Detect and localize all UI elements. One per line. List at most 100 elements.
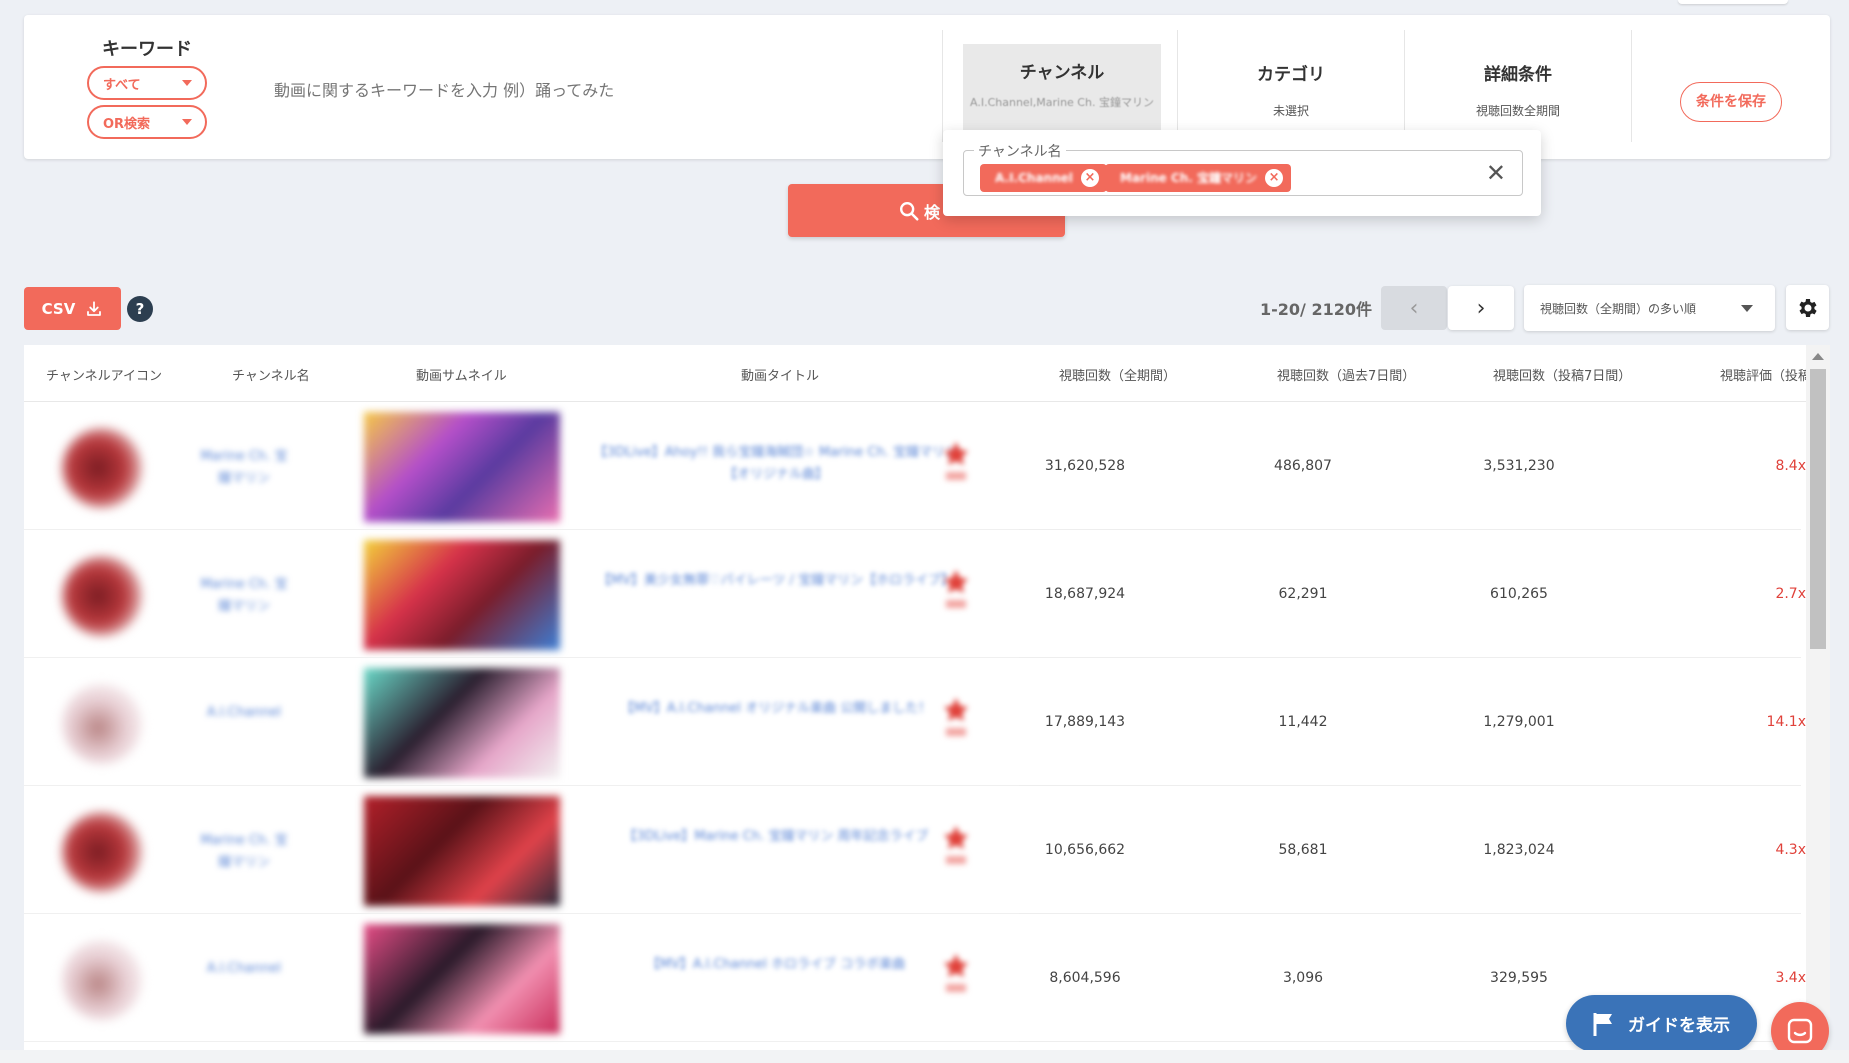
column-header[interactable]: 動画サムネイル	[416, 365, 507, 384]
column-header[interactable]: 視聴評価（投稿	[1720, 365, 1811, 384]
table-row[interactable]: Marine Ch. 宝鐘マリン 【MV】美少女無罪♡パイレーツ / 宝鐘マリン【…	[24, 530, 1806, 658]
search-icon	[900, 201, 919, 221]
views-7d-value: 3,096	[1282, 970, 1324, 986]
channel-name-popup: チャンネル名 A.I.Channel × Marine Ch. 宝鐘マリン × …	[943, 130, 1541, 216]
column-header[interactable]: チャンネルアイコン	[46, 365, 162, 384]
chat-icon	[1787, 1018, 1813, 1044]
chevron-down-icon	[182, 80, 192, 86]
rank-badge-icon	[942, 694, 970, 744]
result-count: 1-20/ 2120件	[1260, 300, 1372, 319]
category-condition-title: カテゴリ	[1257, 65, 1325, 85]
views-post7d-value: 1,279,001	[1483, 714, 1555, 730]
settings-button[interactable]	[1786, 285, 1829, 330]
rank-badge-icon	[942, 438, 970, 488]
views-7d-value: 62,291	[1278, 586, 1328, 602]
channel-name-legend: チャンネル名	[974, 141, 1066, 161]
csv-download-button[interactable]: CSV	[24, 287, 121, 330]
video-thumbnail[interactable]	[364, 412, 560, 522]
sort-select[interactable]: 視聴回数（全期間）の多い順	[1524, 285, 1775, 331]
previous-page-button[interactable]: ‹	[1381, 286, 1447, 330]
table-row[interactable]: A.I.Channel 【MV】A.I.Channel ホロライブ コラボ楽曲 8,…	[24, 914, 1806, 1042]
channel-avatar[interactable]	[62, 556, 142, 636]
scroll-up-icon[interactable]	[1812, 353, 1824, 360]
video-table: チャンネルアイコン チャンネル名 動画サムネイル 動画タイトル 視聴回数（全期間…	[24, 345, 1830, 1050]
video-title-link[interactable]: 【MV】A.I.Channel ホロライブ コラボ楽曲	[586, 954, 966, 976]
views-all-value: 18,687,924	[1044, 586, 1126, 602]
download-icon	[87, 300, 102, 316]
scope-select[interactable]: すべて	[87, 66, 207, 100]
category-condition[interactable]: カテゴリ 未選択	[1177, 30, 1404, 142]
channel-condition[interactable]: チャンネル A.I.Channel,Marine Ch. 宝鐘マリン	[942, 30, 1164, 142]
channel-name-field[interactable]: チャンネル名 A.I.Channel × Marine Ch. 宝鐘マリン × …	[963, 141, 1523, 196]
clear-icon[interactable]: ✕	[1486, 161, 1506, 185]
scrollbar-thumb[interactable]	[1810, 369, 1826, 649]
channel-chip[interactable]: A.I.Channel ×	[980, 164, 1107, 192]
video-thumbnail[interactable]	[364, 668, 560, 778]
search-mode-select[interactable]: OR検索	[87, 105, 207, 139]
channel-name-link[interactable]: Marine Ch. 宝鐘マリン	[194, 830, 294, 874]
next-page-button[interactable]: ›	[1448, 286, 1514, 330]
views-all-value: 10,656,662	[1044, 842, 1126, 858]
video-thumbnail[interactable]	[364, 924, 560, 1034]
remove-chip-icon[interactable]: ×	[1080, 169, 1099, 187]
views-post7d-value: 3,531,230	[1483, 458, 1555, 474]
channel-chip[interactable]: Marine Ch. 宝鐘マリン ×	[1105, 164, 1292, 192]
scope-select-label: すべて	[103, 77, 141, 93]
rating-value: 4.3x	[1775, 842, 1806, 858]
chevron-down-icon	[182, 119, 192, 125]
channel-chip-label: Marine Ch. 宝鐘マリン	[1120, 171, 1258, 185]
views-all-value: 31,620,528	[1044, 458, 1126, 474]
column-header[interactable]: 視聴回数（全期間）	[1059, 365, 1176, 384]
keyword-title: キーワード	[102, 39, 192, 60]
video-thumbnail[interactable]	[364, 796, 560, 906]
channel-name-link[interactable]: A.I.Channel	[194, 958, 294, 980]
column-header[interactable]: 動画タイトル	[741, 365, 819, 384]
channel-chip-label: A.I.Channel	[995, 171, 1073, 185]
rating-value: 3.4x	[1775, 970, 1806, 986]
vertical-scrollbar[interactable]	[1806, 345, 1830, 1050]
channel-avatar[interactable]	[62, 812, 142, 892]
show-guide-label: ガイドを表示	[1628, 1016, 1730, 1036]
show-guide-button[interactable]: ガイドを表示	[1566, 995, 1757, 1052]
channel-condition-active: チャンネル A.I.Channel,Marine Ch. 宝鐘マリン	[963, 44, 1161, 136]
help-icon[interactable]: ?	[127, 296, 153, 322]
views-7d-value: 486,807	[1274, 458, 1332, 474]
detail-condition-title: 詳細条件	[1484, 65, 1552, 85]
channel-name-link[interactable]: Marine Ch. 宝鐘マリン	[194, 574, 294, 618]
column-header[interactable]: 視聴回数（投稿7日間）	[1493, 365, 1631, 384]
channel-condition-title: チャンネル	[1019, 63, 1105, 83]
channel-condition-value: A.I.Channel,Marine Ch. 宝鐘マリン	[970, 96, 1154, 109]
rating-value: 8.4x	[1775, 458, 1806, 474]
video-title-link[interactable]: 【MV】美少女無罪♡パイレーツ / 宝鐘マリン【ホロライブ】	[586, 570, 966, 592]
channel-avatar[interactable]	[62, 940, 142, 1020]
column-header[interactable]: チャンネル名	[232, 365, 310, 384]
channel-name-link[interactable]: A.I.Channel	[194, 702, 294, 724]
channel-avatar[interactable]	[62, 428, 142, 508]
keyword-input[interactable]	[274, 81, 874, 100]
keyword-block: キーワード すべて OR検索	[87, 35, 257, 139]
channel-name-link[interactable]: Marine Ch. 宝鐘マリン	[194, 446, 294, 490]
video-thumbnail[interactable]	[364, 540, 560, 650]
table-header: チャンネルアイコン チャンネル名 動画サムネイル 動画タイトル 視聴回数（全期間…	[24, 345, 1811, 402]
video-title-link[interactable]: 【3DLive】Marine Ch. 宝鐘マリン 周年記念ライブ	[586, 826, 966, 848]
video-title-link[interactable]: 【3DLive】Ahoy!! 我ら宝鐘海賊団☆ Marine Ch. 宝鐘マリン…	[586, 442, 966, 486]
table-row[interactable]: A.I.Channel 【MV】A.I.Channel オリジナル楽曲 公開しまし…	[24, 658, 1806, 786]
rating-value: 14.1x	[1766, 714, 1806, 730]
views-all-value: 8,604,596	[1049, 970, 1121, 986]
views-7d-value: 58,681	[1278, 842, 1328, 858]
csv-button-label: CSV	[41, 299, 76, 318]
channel-avatar[interactable]	[62, 684, 142, 764]
search-mode-label: OR検索	[103, 116, 151, 132]
top-edge-element	[1678, 0, 1788, 4]
remove-chip-icon[interactable]: ×	[1265, 169, 1284, 187]
table-row[interactable]: Marine Ch. 宝鐘マリン 【3DLive】Marine Ch. 宝鐘マリン…	[24, 786, 1806, 914]
table-row[interactable]: Marine Ch. 宝鐘マリン 【3DLive】Ahoy!! 我ら宝鐘海賊団☆ …	[24, 402, 1806, 530]
video-title-link[interactable]: 【MV】A.I.Channel オリジナル楽曲 公開しました！	[586, 698, 966, 720]
save-condition-area: 条件を保存	[1631, 30, 1830, 142]
column-header[interactable]: 視聴回数（過去7日間）	[1277, 365, 1415, 384]
detail-condition[interactable]: 詳細条件 視聴回数全期間	[1404, 30, 1631, 142]
views-post7d-value: 329,595	[1490, 970, 1548, 986]
views-post7d-value: 1,823,024	[1483, 842, 1555, 858]
flag-icon	[1593, 1012, 1612, 1036]
save-condition-button[interactable]: 条件を保存	[1680, 82, 1782, 122]
